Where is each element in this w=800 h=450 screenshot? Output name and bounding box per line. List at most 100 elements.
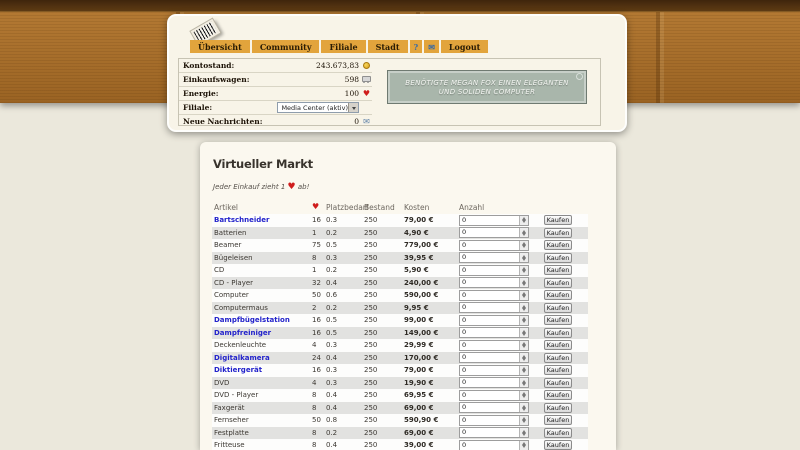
quantity-input[interactable]: 0 [459, 339, 529, 351]
kaufen-button[interactable]: Kaufen [544, 290, 572, 301]
quantity-stepper[interactable] [519, 290, 528, 300]
quantity-stepper[interactable] [519, 415, 528, 425]
kaufen-button[interactable]: Kaufen [544, 427, 572, 438]
kaufen-button[interactable]: Kaufen [544, 377, 572, 388]
kaufen-button[interactable]: Kaufen [544, 302, 572, 313]
kaufen-button[interactable]: Kaufen [544, 327, 572, 338]
nav-item-community[interactable]: Community [251, 40, 320, 53]
quantity-stepper[interactable] [519, 390, 528, 400]
buy-cell: Kaufen [544, 277, 588, 288]
item-kosten: 79,00 € [404, 216, 434, 225]
kaufen-button[interactable]: Kaufen [544, 440, 572, 450]
kaufen-button[interactable]: Kaufen [544, 352, 572, 363]
quantity-input[interactable]: 0 [459, 364, 529, 376]
item-link[interactable]: Dampfbügelstation [214, 316, 290, 324]
nav-item-stadt[interactable]: Stadt [367, 40, 408, 53]
quantity-stepper[interactable] [519, 253, 528, 263]
item-bestand: 250 [364, 316, 378, 325]
ad-banner[interactable]: BENÖTIGTE MEGAN FOX EINEN ELEGANTEN UND … [387, 70, 587, 104]
quantity-value: 0 [462, 440, 467, 449]
nav-item-logout[interactable]: Logout [440, 40, 489, 53]
quantity-stepper[interactable] [519, 353, 528, 363]
kaufen-button[interactable]: Kaufen [544, 402, 572, 413]
kaufen-button[interactable]: Kaufen [544, 340, 572, 351]
quantity-stepper[interactable] [519, 378, 528, 388]
item-link[interactable]: Diktiergerät [214, 366, 262, 374]
chevron-down-icon[interactable] [348, 103, 358, 112]
item-name[interactable]: Bartschneider [212, 216, 312, 224]
kaufen-button[interactable]: Kaufen [544, 365, 572, 376]
item-hearts: 24 [312, 353, 321, 362]
item-name[interactable]: Dampfreiniger [212, 329, 312, 337]
quantity-input[interactable]: 0 [459, 389, 529, 401]
kaufen-button[interactable]: Kaufen [544, 315, 572, 326]
stat-value: 0 [354, 117, 359, 126]
table-row: DVD 4 0.3 250 19,90 € 0 Kaufen [212, 376, 588, 389]
quantity-input[interactable]: 0 [459, 277, 529, 289]
quantity-stepper[interactable] [519, 403, 528, 413]
kaufen-button[interactable]: Kaufen [544, 277, 572, 288]
quantity-stepper[interactable] [519, 278, 528, 288]
item-link[interactable]: Bartschneider [214, 216, 270, 224]
kaufen-button[interactable]: Kaufen [544, 265, 572, 276]
quantity-stepper[interactable] [519, 328, 528, 338]
kaufen-button[interactable]: Kaufen [544, 390, 572, 401]
kaufen-button[interactable]: Kaufen [544, 227, 572, 238]
item-kosten: 240,00 € [404, 278, 439, 287]
quantity-stepper[interactable] [519, 228, 528, 238]
quantity-stepper[interactable] [519, 340, 528, 350]
quantity-stepper[interactable] [519, 315, 528, 325]
item-name[interactable]: Dampfbügelstation [212, 316, 312, 324]
quantity-input[interactable]: 0 [459, 264, 529, 276]
kaufen-button[interactable]: Kaufen [544, 240, 572, 251]
item-name: DVD [214, 378, 230, 387]
quantity-input[interactable]: 0 [459, 427, 529, 439]
quantity-value: 0 [462, 253, 467, 262]
quantity-input[interactable]: 0 [459, 377, 529, 389]
quantity-input[interactable]: 0 [459, 439, 529, 450]
kaufen-button[interactable]: Kaufen [544, 252, 572, 263]
item-link[interactable]: Dampfreiniger [214, 329, 271, 337]
banner-zoom-icon[interactable] [576, 73, 583, 80]
quantity-input[interactable]: 0 [459, 252, 529, 264]
quantity-stepper[interactable] [519, 440, 528, 450]
item-hearts: 2 [312, 303, 317, 312]
filiale-select[interactable]: Media Center (aktiv) [277, 102, 359, 113]
nav-tab-mail-icon[interactable]: ✉ [424, 40, 439, 53]
quantity-stepper[interactable] [519, 240, 528, 250]
item-name: Fritteuse [214, 441, 245, 450]
quantity-stepper[interactable] [519, 265, 528, 275]
nav-item-filiale[interactable]: Filiale [321, 40, 366, 53]
item-name: Deckenleuchte [214, 341, 267, 350]
nav-tab-help-icon[interactable]: ? [409, 40, 423, 53]
item-platzbedarf: 0.6 [326, 291, 338, 300]
item-name[interactable]: Diktiergerät [212, 366, 312, 374]
item-platzbedarf: 0.2 [326, 228, 338, 237]
heart-icon: ♥ [362, 88, 371, 98]
nav-item-übersicht[interactable]: Übersicht [190, 40, 250, 53]
quantity-stepper[interactable] [519, 215, 528, 225]
item-bestand: 250 [364, 391, 378, 400]
quantity-input[interactable]: 0 [459, 214, 529, 226]
quantity-input[interactable]: 0 [459, 289, 529, 301]
quantity-input[interactable]: 0 [459, 227, 529, 239]
quantity-stepper[interactable] [519, 303, 528, 313]
quantity-input[interactable]: 0 [459, 314, 529, 326]
quantity-input[interactable]: 0 [459, 402, 529, 414]
quantity-stepper[interactable] [519, 365, 528, 375]
kaufen-button[interactable]: Kaufen [544, 215, 572, 226]
quantity-value: 0 [462, 340, 467, 349]
table-row: Dampfreiniger 16 0.5 250 149,00 € 0 Kaufen [212, 326, 588, 339]
item-link[interactable]: Digitalkamera [214, 354, 270, 362]
quantity-input[interactable]: 0 [459, 352, 529, 364]
quantity-input[interactable]: 0 [459, 327, 529, 339]
quantity-input[interactable]: 0 [459, 302, 529, 314]
buy-cell: Kaufen [544, 415, 588, 426]
quantity-input[interactable]: 0 [459, 239, 529, 251]
item-name[interactable]: Digitalkamera [212, 354, 312, 362]
item-kosten: 29,99 € [404, 341, 434, 350]
quantity-input[interactable]: 0 [459, 414, 529, 426]
quantity-stepper[interactable] [519, 428, 528, 438]
item-name: CD - Player [214, 278, 254, 287]
kaufen-button[interactable]: Kaufen [544, 415, 572, 426]
